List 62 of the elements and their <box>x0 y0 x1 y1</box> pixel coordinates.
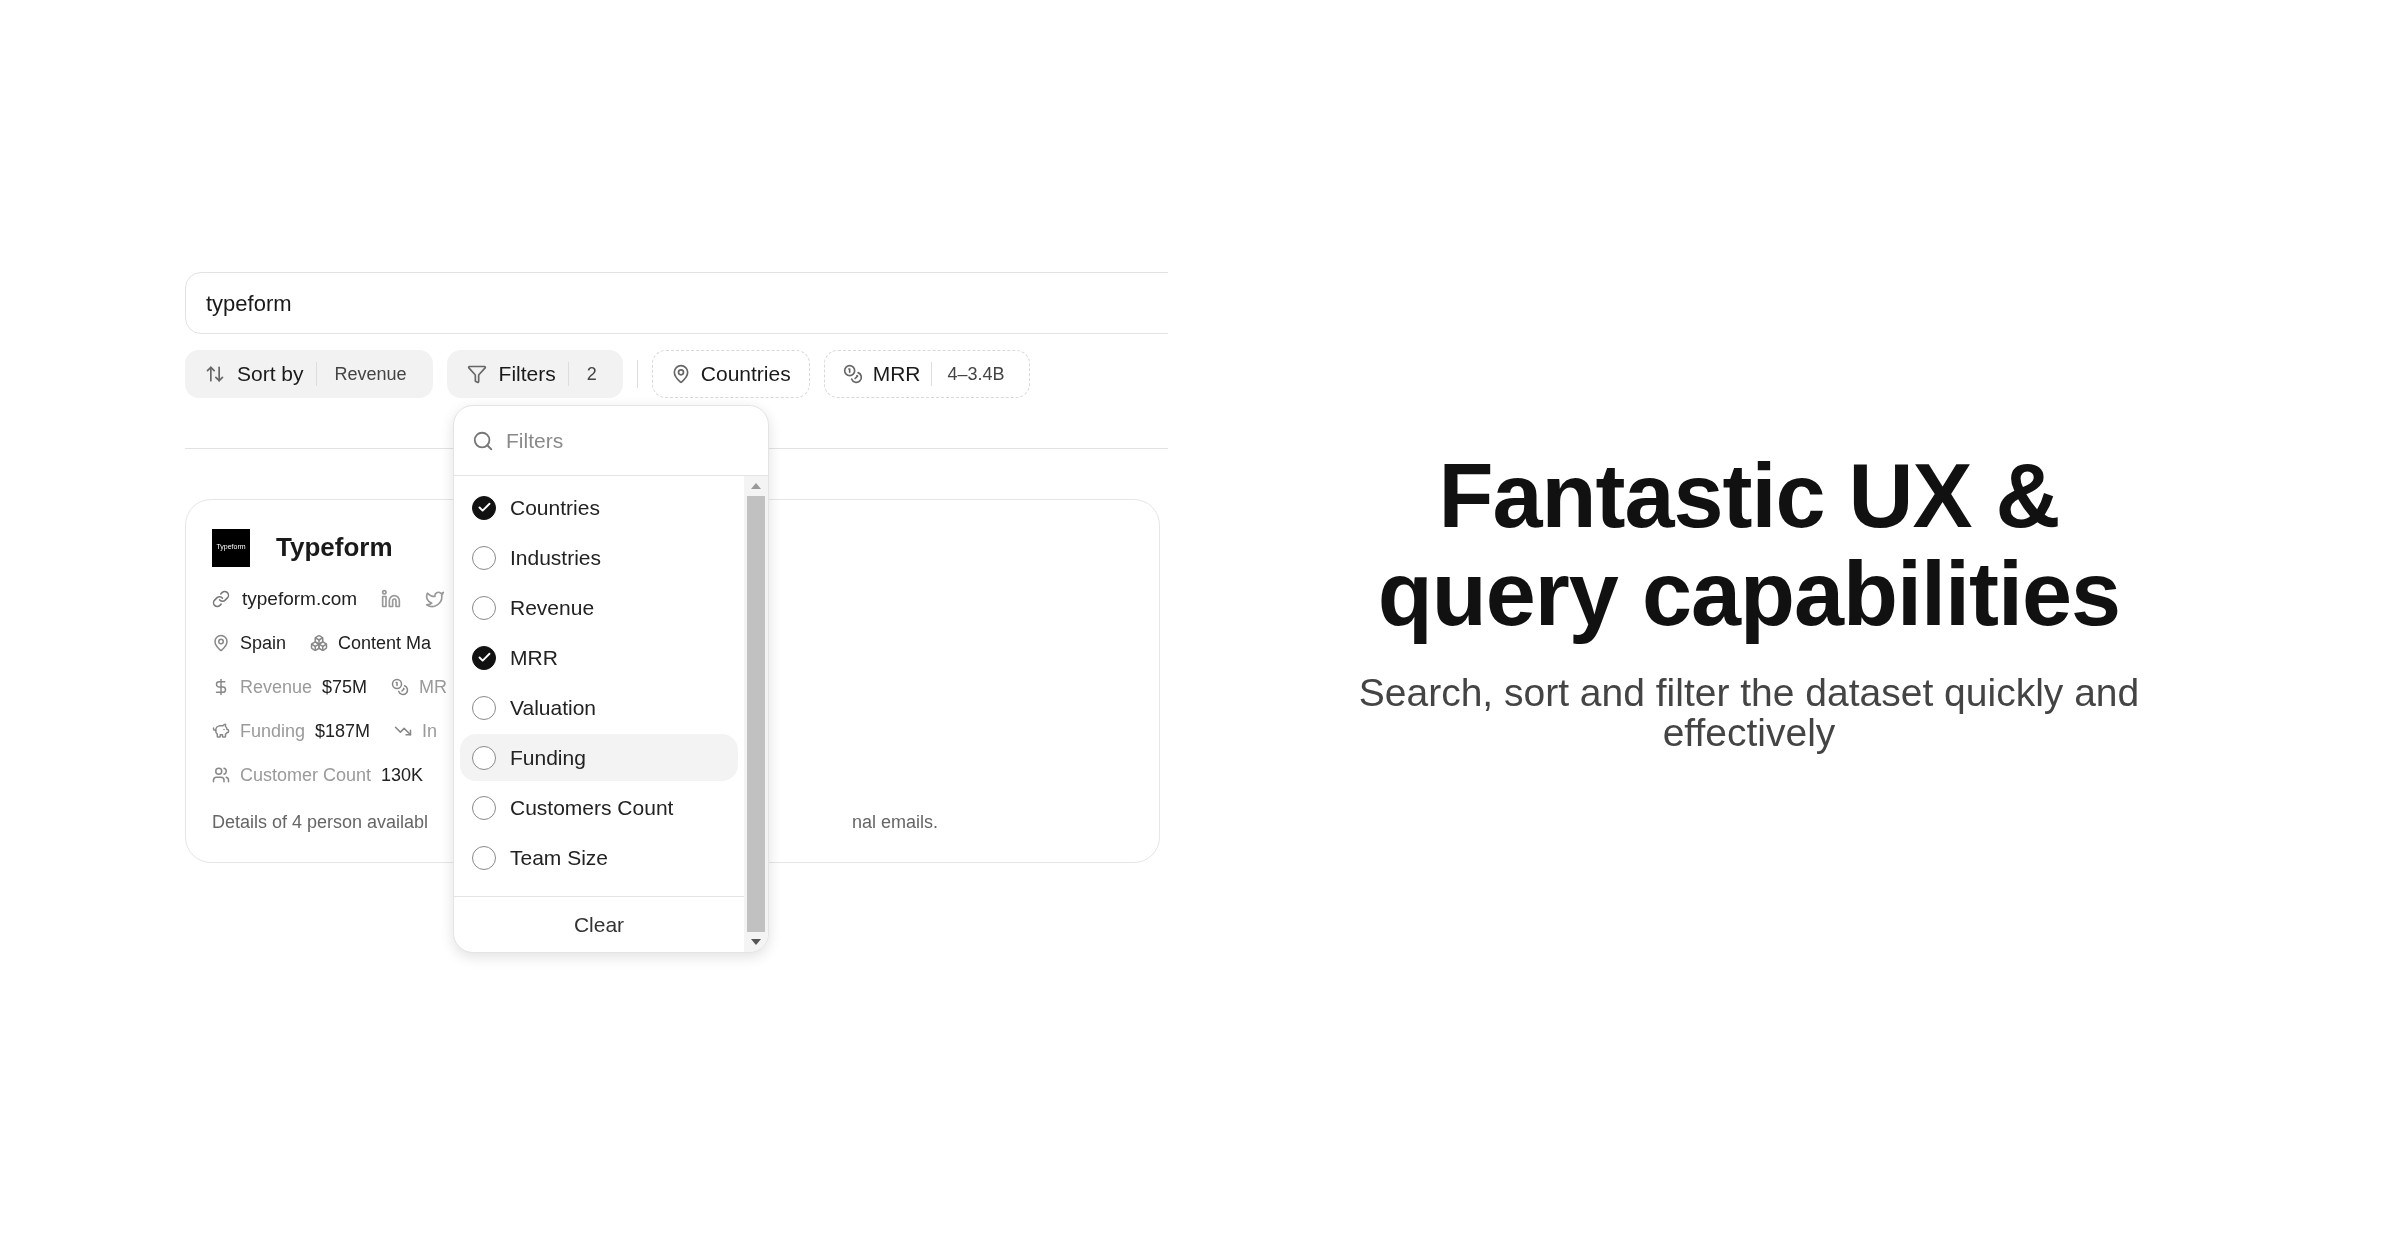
filter-option[interactable]: Countries <box>460 484 738 531</box>
coins-icon <box>391 678 410 696</box>
filter-option[interactable]: Valuation <box>460 684 738 731</box>
piggy-bank-icon <box>212 722 230 740</box>
option-checkbox[interactable] <box>472 545 496 570</box>
filter-chip[interactable]: Countries <box>651 350 810 398</box>
scroll-up-icon[interactable] <box>750 482 762 490</box>
field-value: Content Ma <box>338 631 432 655</box>
filter-option[interactable]: Revenue <box>460 584 738 631</box>
link-icon <box>212 590 230 608</box>
scrollbar[interactable] <box>744 476 768 952</box>
users-icon <box>212 766 230 784</box>
field-value: 130K <box>381 763 424 787</box>
option-checkbox[interactable] <box>472 695 496 720</box>
scroll-down-icon[interactable] <box>750 938 762 946</box>
website-link[interactable]: typeform.com <box>242 584 358 614</box>
filter-option[interactable]: MRR <box>460 634 738 681</box>
hero-title: query capabilities <box>1377 545 2121 643</box>
option-checkbox[interactable] <box>472 795 496 820</box>
sort-value: Revenue <box>333 362 408 386</box>
filter-option[interactable]: Team Size <box>460 834 738 881</box>
filter-chip[interactable]: MRR 4–3.4B <box>823 350 1030 398</box>
option-checkbox[interactable] <box>472 495 496 520</box>
field-value: $187M <box>315 719 371 743</box>
option-checkbox[interactable] <box>472 595 496 620</box>
search-field[interactable]: typeform <box>185 272 1168 334</box>
hero-title: Fantastic UX & <box>1438 447 2060 545</box>
option-checkbox[interactable] <box>472 845 496 870</box>
coins-icon <box>842 364 863 384</box>
field-label: In <box>422 719 438 743</box>
search-input[interactable]: typeform <box>206 286 1168 320</box>
option-checkbox[interactable] <box>472 745 496 770</box>
sort-button[interactable]: Sort by Revenue <box>185 350 433 398</box>
field-label: Customer Count <box>240 763 372 787</box>
pin-icon <box>212 634 230 652</box>
filter-icon <box>466 364 487 384</box>
boxes-icon <box>310 634 329 652</box>
check-icon <box>476 500 492 515</box>
field-value: $75M <box>322 675 368 699</box>
sort-icon <box>205 364 225 384</box>
hero-subtitle: effectively <box>1662 713 1836 753</box>
filter-range: 4–3.4B <box>946 362 1006 386</box>
hero-subtitle: Search, sort and filter the dataset quickly and <box>1358 673 2140 713</box>
search-icon <box>472 429 494 452</box>
filter-search-input[interactable]: Filters <box>506 424 706 457</box>
field-label: MR <box>419 675 448 699</box>
field-label: Revenue <box>240 675 313 699</box>
people-note: nal emails. <box>852 811 939 834</box>
twitter-icon[interactable] <box>425 589 446 609</box>
filter-option[interactable]: Customers Count <box>460 784 738 831</box>
field-label: Funding <box>240 719 306 743</box>
company-name: Typeform <box>276 531 393 564</box>
filter-option[interactable]: Funding <box>460 734 738 781</box>
filters-button[interactable]: Filters 2 <box>446 350 623 398</box>
option-checkbox[interactable] <box>472 645 496 670</box>
people-note: Details of 4 person availabl <box>212 811 430 834</box>
check-icon <box>476 650 492 665</box>
clear-button[interactable]: Clear <box>565 908 633 941</box>
filter-count: 2 <box>585 362 598 386</box>
filter-option[interactable]: Industries <box>460 534 738 581</box>
linkedin-icon[interactable] <box>381 589 402 609</box>
field-value: Spain <box>240 631 287 655</box>
